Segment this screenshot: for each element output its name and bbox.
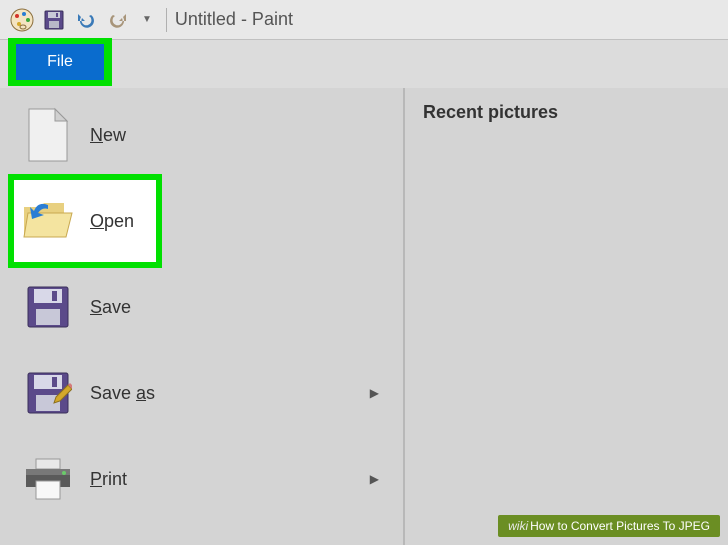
qat-dropdown-icon[interactable]: ▼ [142, 14, 152, 25]
menu-label-open: Open [90, 211, 134, 232]
recent-pictures-title: Recent pictures [423, 102, 710, 123]
menu-label-print: Print [90, 469, 127, 490]
open-folder-icon [20, 193, 76, 249]
submenu-arrow-icon: ▶ [370, 472, 379, 486]
redo-icon[interactable] [104, 6, 132, 34]
title-bar: ▼ Untitled - Paint [0, 0, 728, 40]
watermark: wikiHow to Convert Pictures To JPEG [498, 515, 720, 537]
save-floppy-icon [20, 279, 76, 335]
watermark-brand: wiki [508, 519, 528, 533]
paint-app-icon [8, 6, 36, 34]
titlebar-separator [166, 8, 167, 32]
printer-icon [20, 451, 76, 507]
menu-item-print[interactable]: Print ▶ [0, 436, 403, 522]
window-title: Untitled - Paint [175, 9, 293, 30]
file-tab[interactable]: File [16, 44, 104, 80]
file-menu-left-column: New Open [0, 88, 405, 545]
undo-icon[interactable] [72, 6, 100, 34]
menu-item-new[interactable]: New [0, 92, 403, 178]
menu-item-save[interactable]: Save [0, 264, 403, 350]
file-tab-label: File [47, 53, 73, 71]
file-menu: New Open [0, 88, 728, 545]
new-file-icon [20, 107, 76, 163]
watermark-text: How to Convert Pictures To JPEG [530, 519, 710, 533]
save-icon[interactable] [40, 6, 68, 34]
submenu-arrow-icon: ▶ [370, 386, 379, 400]
ribbon-tab-row: File [0, 40, 728, 88]
menu-label-save: Save [90, 297, 131, 318]
recent-pictures-panel: Recent pictures [405, 88, 728, 545]
menu-item-save-as[interactable]: Save as ▶ [0, 350, 403, 436]
save-as-floppy-icon [20, 365, 76, 421]
menu-item-open[interactable]: Open [0, 178, 403, 264]
menu-label-save-as: Save as [90, 383, 155, 404]
menu-label-new: New [90, 125, 126, 146]
